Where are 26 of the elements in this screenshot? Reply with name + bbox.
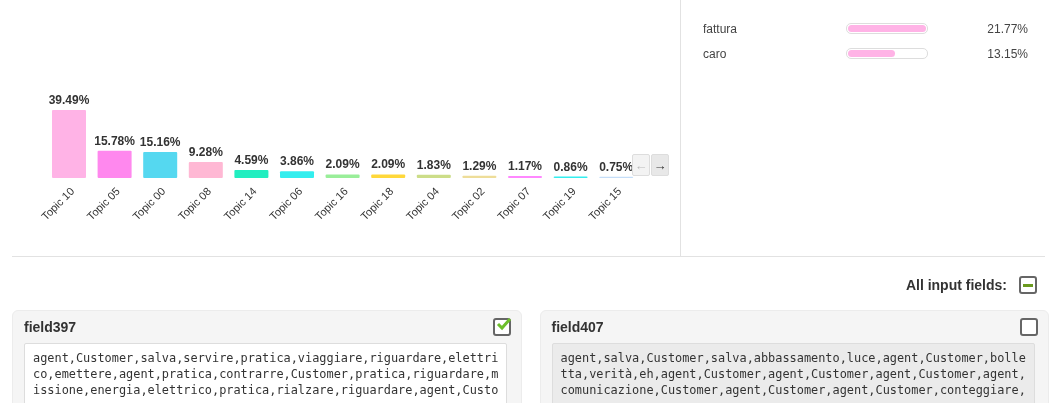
field-checkbox[interactable] — [1020, 318, 1038, 336]
value-label: 15.16% — [139, 134, 181, 149]
value-label: 9.28% — [188, 145, 223, 160]
keyword: caro — [703, 46, 728, 61]
field-name: field407 — [551, 319, 604, 335]
text-area[interactable]: agent,salva,Customer,salva,abbassamento,luce,agent,Customer,bolletta,verità,eh,agent,Customer,agent,Customer,agent,Customer,agent,comunicazione,Customer,agent,Customer,agent,Customer,conteggiare, — [551, 343, 1035, 403]
value-label: 0.75% — [599, 159, 634, 174]
value-label: 1.29% — [462, 158, 497, 173]
value-label: 1.17% — [508, 159, 542, 173]
field-name: field397 — [24, 319, 77, 335]
select-all-checkbox[interactable] — [1019, 276, 1037, 294]
keyword: fattura — [703, 21, 739, 36]
text-area[interactable]: agent,Customer,salva,servire,pratica,viaggiare,riguardare,elettrico,emettere,agent,pratica,contrarre,Customer,pratica,riguardare,missione,energia,elettrico,pratica,rialzare,riguardare,agent,Custo — [24, 343, 508, 403]
value-label: 15.78% — [94, 133, 135, 148]
keyword-percent: 13.15% — [986, 46, 1028, 61]
value-label: 4.59% — [234, 153, 269, 168]
value-label: 39.49% — [48, 93, 90, 108]
keyword-percent: 21.77% — [986, 21, 1028, 36]
value-label: 0.86% — [553, 159, 588, 174]
value-label: 2.09% — [371, 157, 406, 172]
field-checkbox[interactable] — [492, 318, 511, 336]
value-label: 1.83% — [416, 157, 451, 172]
value-label: 3.86% — [280, 154, 314, 169]
value-label: 2.09% — [325, 157, 360, 172]
next-button[interactable]: → — [651, 154, 669, 176]
all-fields-label: All input fields: — [905, 277, 1007, 293]
